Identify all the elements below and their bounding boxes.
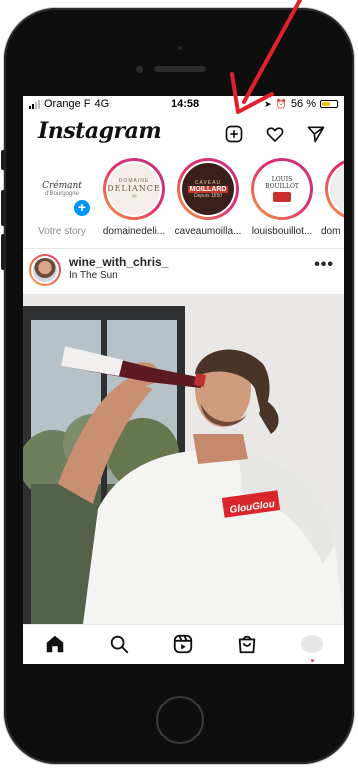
battery-percent: 56 % xyxy=(290,98,316,110)
story-name: louisbouillot... xyxy=(251,226,313,237)
phone-sensor xyxy=(178,46,182,50)
alarm-icon: ⏰ xyxy=(275,98,287,109)
story-name: dom xyxy=(321,226,341,237)
story-louisbouillot[interactable]: LOUIS BOUILLOT louisbouillot... xyxy=(247,156,317,246)
stories-tray: Crémant d'Bourgogne + Votre story DOMAIN… xyxy=(23,156,344,249)
shop-icon[interactable] xyxy=(236,633,258,655)
story-name: Votre story xyxy=(38,226,86,237)
new-post-icon[interactable] xyxy=(224,124,244,144)
signal-icon xyxy=(29,99,40,109)
phone-speaker xyxy=(154,66,206,72)
story-name: domainedeli... xyxy=(102,226,166,237)
volume-up-button xyxy=(1,190,5,226)
heart-icon[interactable] xyxy=(265,124,285,144)
story-name: caveaumoilla... xyxy=(174,226,242,237)
volume-down-button xyxy=(1,234,5,270)
story-avatar: LOUIS BOUILLOT xyxy=(256,163,308,215)
status-bar: Orange F 4G 14:58 ➤ ⏰ 56 % xyxy=(23,96,344,112)
post-photo-illustration: GlouGlou xyxy=(23,294,344,624)
post-username[interactable]: wine_with_chris_ xyxy=(69,255,168,269)
post-image[interactable]: GlouGlou xyxy=(23,294,344,624)
notification-dot xyxy=(311,659,314,662)
app-header: Instagram xyxy=(23,114,344,154)
network-type: 4G xyxy=(94,98,110,110)
story-avatar xyxy=(330,163,344,215)
story-avatar: DOMAINE DELIANCE ∞ xyxy=(108,163,160,215)
bottom-tab-bar xyxy=(23,624,344,664)
battery-icon xyxy=(320,100,338,108)
add-story-icon[interactable]: + xyxy=(72,198,92,218)
status-time: 14:58 xyxy=(171,98,200,110)
story-avatar: CAVEAU MOILLARD Depuis 1850 xyxy=(182,163,234,215)
post-location[interactable]: In The Sun xyxy=(69,270,118,281)
home-icon[interactable] xyxy=(44,633,66,655)
story-dom[interactable]: dom xyxy=(321,156,344,246)
reels-icon[interactable] xyxy=(172,633,194,655)
story-caveaumoillard[interactable]: CAVEAU MOILLARD Depuis 1850 caveaumoilla… xyxy=(173,156,243,246)
carrier-name: Orange F xyxy=(44,98,91,110)
search-icon[interactable] xyxy=(108,633,130,655)
home-button[interactable] xyxy=(156,696,204,744)
profile-icon[interactable] xyxy=(301,635,323,653)
app-screen: Orange F 4G 14:58 ➤ ⏰ 56 % Instagram Cré… xyxy=(23,96,344,664)
more-options-icon[interactable]: ••• xyxy=(314,256,334,274)
post-header: wine_with_chris_ In The Sun ••• xyxy=(23,250,344,294)
story-own[interactable]: Crémant d'Bourgogne + Votre story xyxy=(27,156,97,246)
post-avatar[interactable] xyxy=(29,254,61,286)
front-camera xyxy=(136,66,143,73)
location-icon: ➤ xyxy=(264,98,272,109)
instagram-logo: Instagram xyxy=(38,118,162,144)
story-domainedeliance[interactable]: DOMAINE DELIANCE ∞ domainedeli... xyxy=(99,156,169,246)
mute-switch xyxy=(1,150,5,170)
direct-message-icon[interactable] xyxy=(306,124,326,144)
